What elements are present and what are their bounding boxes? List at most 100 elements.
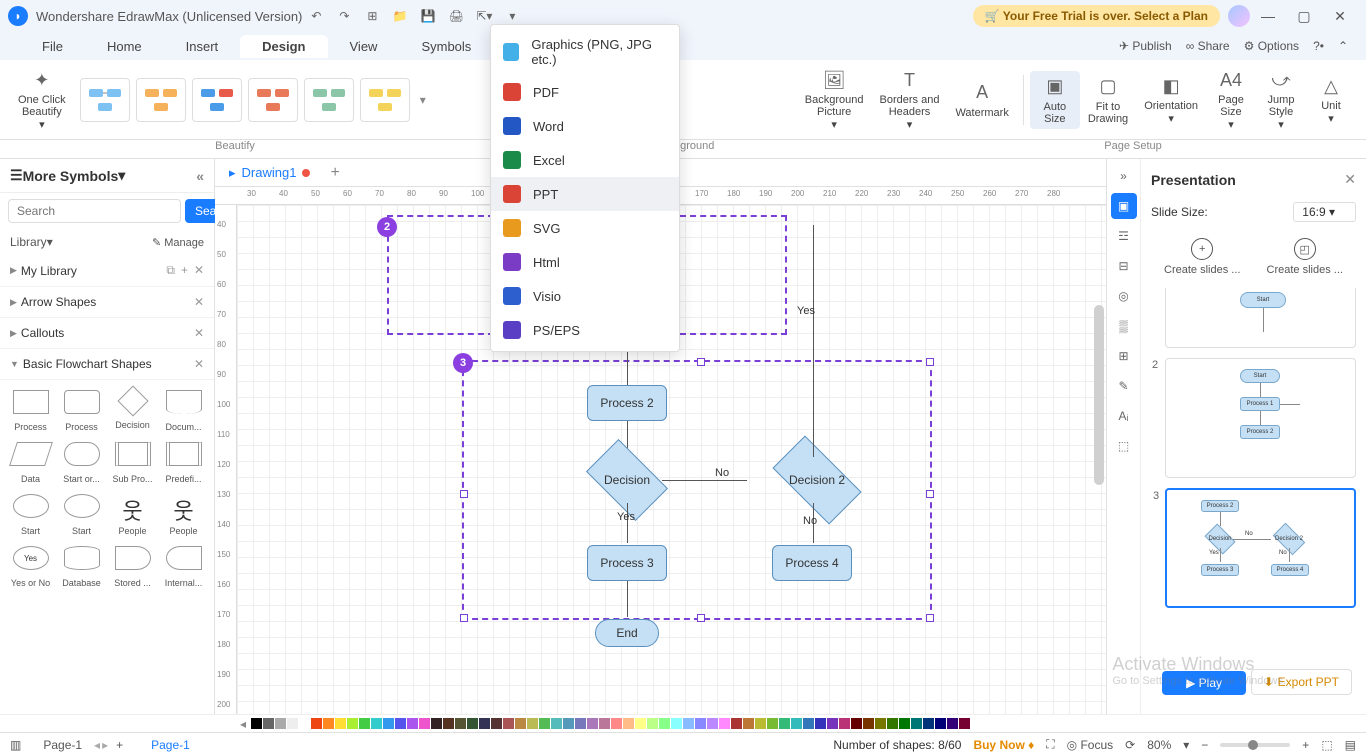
collapse-ribbon-button[interactable]: ⌃ xyxy=(1338,39,1348,53)
theme-more-button[interactable]: ▾ xyxy=(416,93,430,107)
color-swatch[interactable] xyxy=(263,718,274,729)
tool-2-button[interactable]: ☲ xyxy=(1111,223,1137,249)
color-swatch[interactable] xyxy=(791,718,802,729)
shape-item[interactable]: 웃People xyxy=(159,490,208,540)
background-picture-button[interactable]: 🖼Background Picture ▾ xyxy=(797,64,872,135)
close-icon[interactable]: ✕ xyxy=(194,295,204,309)
close-button[interactable]: ✕ xyxy=(1322,8,1358,25)
color-swatch[interactable] xyxy=(839,718,850,729)
active-page-tab[interactable]: Page-1 xyxy=(141,736,200,754)
color-swatch[interactable] xyxy=(803,718,814,729)
orientation-button[interactable]: ◧Orientation ▾ xyxy=(1136,70,1206,129)
category-callouts[interactable]: ▶Callouts✕ xyxy=(0,318,214,349)
palette-arrow-left[interactable]: ◂ xyxy=(240,717,246,731)
color-swatch[interactable] xyxy=(587,718,598,729)
color-swatch[interactable] xyxy=(659,718,670,729)
share-button[interactable]: ∞ Share xyxy=(1186,39,1230,53)
color-swatch[interactable] xyxy=(635,718,646,729)
shape-item[interactable]: Start xyxy=(57,490,106,540)
close-icon[interactable]: ✕ xyxy=(194,357,204,371)
color-swatch[interactable] xyxy=(371,718,382,729)
color-swatch[interactable] xyxy=(863,718,874,729)
color-swatch[interactable] xyxy=(671,718,682,729)
menu-view[interactable]: View xyxy=(328,35,400,58)
shape-item[interactable]: Stored ... xyxy=(108,542,157,592)
export-svg[interactable]: SVG xyxy=(491,211,679,245)
tool-6-button[interactable]: ⊞ xyxy=(1111,343,1137,369)
shape-item[interactable]: YesYes or No xyxy=(6,542,55,592)
color-swatch[interactable] xyxy=(947,718,958,729)
export-pdf[interactable]: PDF xyxy=(491,75,679,109)
theme-swatch[interactable] xyxy=(304,78,354,122)
color-swatch[interactable] xyxy=(815,718,826,729)
collapse-sidebar-button[interactable]: « xyxy=(196,168,204,184)
export-excel[interactable]: Excel xyxy=(491,143,679,177)
color-swatch[interactable] xyxy=(419,718,430,729)
color-swatch[interactable] xyxy=(443,718,454,729)
color-swatch[interactable] xyxy=(851,718,862,729)
create-slides-1-button[interactable]: +Create slides ... xyxy=(1164,238,1240,276)
theme-swatch[interactable] xyxy=(136,78,186,122)
save-button[interactable]: 💾 xyxy=(414,9,442,23)
color-swatch[interactable] xyxy=(719,718,730,729)
menu-home[interactable]: Home xyxy=(85,35,164,58)
lib-copy-icon[interactable]: ⧉ xyxy=(166,263,175,278)
color-swatch[interactable] xyxy=(647,718,658,729)
export-ppt-button[interactable]: ⬇ Export PPT xyxy=(1251,669,1352,695)
focus-button[interactable]: ◎ Focus xyxy=(1067,738,1114,752)
export-visio[interactable]: Visio xyxy=(491,279,679,313)
shape-item[interactable]: Data xyxy=(6,438,55,488)
color-swatch[interactable] xyxy=(887,718,898,729)
options-button[interactable]: ⚙ Options xyxy=(1244,39,1299,53)
color-swatch[interactable] xyxy=(923,718,934,729)
color-swatch[interactable] xyxy=(683,718,694,729)
trial-banner[interactable]: 🛒 Your Free Trial is over. Select a Plan xyxy=(973,5,1220,27)
new-button[interactable]: ⊞ xyxy=(358,9,386,23)
export-html[interactable]: Html xyxy=(491,245,679,279)
play-button[interactable]: ▶ Play xyxy=(1162,671,1246,695)
color-swatch[interactable] xyxy=(779,718,790,729)
node-process2[interactable]: Process 2 xyxy=(587,385,667,421)
help-button[interactable]: ?• xyxy=(1313,39,1324,53)
color-swatch[interactable] xyxy=(911,718,922,729)
color-swatch[interactable] xyxy=(563,718,574,729)
color-swatch[interactable] xyxy=(323,718,334,729)
color-swatch[interactable] xyxy=(527,718,538,729)
color-swatch[interactable] xyxy=(335,718,346,729)
export-word[interactable]: Word xyxy=(491,109,679,143)
export-ps[interactable]: PS/EPS xyxy=(491,313,679,347)
auto-size-button[interactable]: ▣Auto Size xyxy=(1030,71,1080,129)
tool-8-button[interactable]: Aᵢ xyxy=(1111,403,1137,429)
menu-design[interactable]: Design xyxy=(240,35,327,58)
reset-view-button[interactable]: ⟳ xyxy=(1125,738,1135,752)
export-dropdown-button[interactable]: ⇱▾ xyxy=(470,9,498,23)
zoom-in-button[interactable]: + xyxy=(1302,738,1309,752)
color-swatch[interactable] xyxy=(455,718,466,729)
color-swatch[interactable] xyxy=(467,718,478,729)
prev-page-button[interactable]: ◂ xyxy=(94,738,100,752)
shape-item[interactable]: Docum... xyxy=(159,386,208,436)
tool-3-button[interactable]: ⊟ xyxy=(1111,253,1137,279)
one-click-beautify-button[interactable]: ✦ One Click Beautify ▾ xyxy=(10,64,74,135)
shape-item[interactable]: Start xyxy=(6,490,55,540)
shape-item[interactable]: Predefi... xyxy=(159,438,208,488)
add-tab-button[interactable]: + xyxy=(320,164,349,182)
menu-symbols[interactable]: Symbols xyxy=(399,35,493,58)
shape-item[interactable]: Start or... xyxy=(57,438,106,488)
color-swatch[interactable] xyxy=(623,718,634,729)
menu-file[interactable]: File xyxy=(20,35,85,58)
color-swatch[interactable] xyxy=(551,718,562,729)
slide-thumb-3[interactable]: 3 Process 2 Decision No Decision 2 Yes P… xyxy=(1165,488,1356,608)
shape-item[interactable]: 웃People xyxy=(108,490,157,540)
color-swatch[interactable] xyxy=(287,718,298,729)
fit-page-button[interactable]: ⬚ xyxy=(1321,738,1332,752)
undo-button[interactable]: ↶ xyxy=(302,9,330,23)
publish-button[interactable]: ✈ Publish xyxy=(1119,39,1172,53)
fit-drawing-button[interactable]: ▢Fit to Drawing xyxy=(1080,71,1136,129)
color-swatch[interactable] xyxy=(311,718,322,729)
color-swatch[interactable] xyxy=(515,718,526,729)
document-tab[interactable]: ▸ Drawing1 xyxy=(219,165,320,181)
open-button[interactable]: 📁 xyxy=(386,9,414,23)
tool-4-button[interactable]: ◎ xyxy=(1111,283,1137,309)
close-panel-button[interactable]: ✕ xyxy=(1344,171,1356,188)
